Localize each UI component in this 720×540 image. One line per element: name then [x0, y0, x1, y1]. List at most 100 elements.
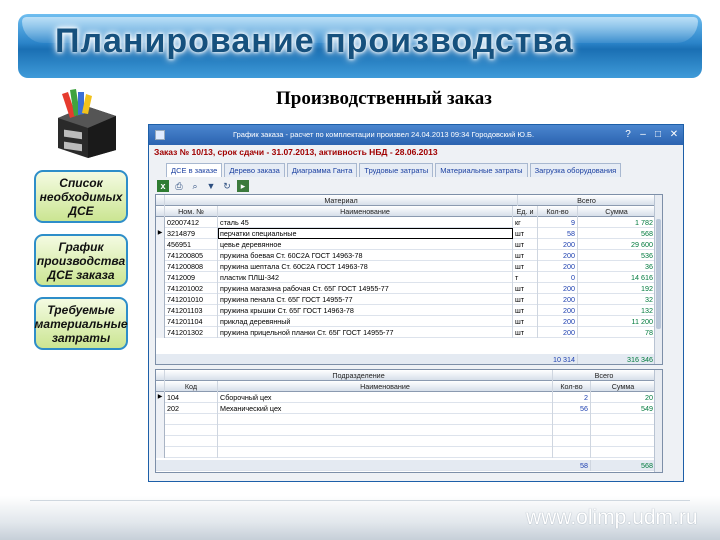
- item-sum[interactable]: 14 616: [578, 272, 656, 283]
- search-icon[interactable]: ⌕: [189, 180, 201, 192]
- item-name[interactable]: пружина крышки Ст. 65Г ГОСТ 14963-78: [218, 305, 513, 316]
- row-indicator[interactable]: [156, 436, 165, 447]
- table-row[interactable]: [156, 414, 656, 425]
- dept-name[interactable]: Сборочный цех: [218, 392, 553, 403]
- dept-qty[interactable]: 2: [553, 392, 591, 403]
- row-indicator[interactable]: [156, 316, 165, 327]
- maximize-icon[interactable]: □: [651, 127, 665, 142]
- item-name[interactable]: пружина прицельной планки Ст. 65Г ГОСТ 1…: [218, 327, 513, 338]
- item-unit[interactable]: шт: [513, 239, 538, 250]
- table-row[interactable]: 456951 цевье деревянное шт 200 29 600: [156, 239, 656, 250]
- table-row[interactable]: 7412009 пластик ПЛШ-342 т 0 14 616: [156, 272, 656, 283]
- item-no[interactable]: 741201302: [165, 327, 218, 338]
- item-qty[interactable]: 200: [538, 261, 578, 272]
- minimize-icon[interactable]: –: [636, 127, 650, 142]
- item-unit[interactable]: кг: [513, 217, 538, 228]
- item-unit[interactable]: шт: [513, 327, 538, 338]
- item-qty[interactable]: 9: [538, 217, 578, 228]
- row-indicator[interactable]: [156, 294, 165, 305]
- dept-code[interactable]: 202: [165, 403, 218, 414]
- item-sum[interactable]: 1 782: [578, 217, 656, 228]
- item-qty[interactable]: 200: [538, 327, 578, 338]
- current-row-indicator[interactable]: ▶: [156, 228, 165, 239]
- row-indicator[interactable]: [156, 250, 165, 261]
- dept-qty[interactable]: 56: [553, 403, 591, 414]
- row-indicator[interactable]: [156, 239, 165, 250]
- row-indicator[interactable]: [156, 283, 165, 294]
- table-row[interactable]: 741200805 пружина боевая Ст. 60С2А ГОСТ 1…: [156, 250, 656, 261]
- item-sum[interactable]: 29 600: [578, 239, 656, 250]
- row-indicator[interactable]: [156, 403, 165, 414]
- item-sum[interactable]: 11 200: [578, 316, 656, 327]
- item-sum[interactable]: 568: [578, 228, 656, 239]
- refresh-icon[interactable]: ↻: [221, 180, 233, 192]
- dept-sum[interactable]: 20: [591, 392, 656, 403]
- table-row[interactable]: ▶ 104 Сборочный цех 2 20: [156, 392, 656, 403]
- table-row[interactable]: 741200808 пружина шептала Ст. 60С2А ГОСТ …: [156, 261, 656, 272]
- col-dept-name[interactable]: Наименование: [218, 381, 553, 392]
- required-dse-list-button[interactable]: Список необходимых ДСЕ: [34, 170, 128, 223]
- col-dept-sum[interactable]: Сумма: [591, 381, 656, 392]
- tab-material-costs[interactable]: Материальные затраты: [435, 163, 528, 177]
- table-row[interactable]: 741201103 пружина крышки Ст. 65Г ГОСТ 149…: [156, 305, 656, 316]
- row-indicator[interactable]: [156, 425, 165, 436]
- table-row[interactable]: [156, 447, 656, 458]
- row-indicator[interactable]: [156, 261, 165, 272]
- dept-name[interactable]: Механический цех: [218, 403, 553, 414]
- item-unit[interactable]: шт: [513, 316, 538, 327]
- item-no[interactable]: 3214879: [165, 228, 218, 239]
- filter-icon[interactable]: ▼: [205, 180, 217, 192]
- item-unit[interactable]: т: [513, 272, 538, 283]
- row-indicator[interactable]: [156, 327, 165, 338]
- item-qty[interactable]: 200: [538, 305, 578, 316]
- item-no[interactable]: 741200808: [165, 261, 218, 272]
- row-indicator[interactable]: [156, 217, 165, 228]
- col-qty[interactable]: Кол-во: [538, 206, 578, 217]
- dept-name[interactable]: [218, 414, 553, 425]
- item-name[interactable]: сталь 45: [218, 217, 513, 228]
- item-sum[interactable]: 192: [578, 283, 656, 294]
- exit-icon[interactable]: ▸: [237, 180, 249, 192]
- table-row[interactable]: 741201010 пружина пенала Ст. 65Г ГОСТ 149…: [156, 294, 656, 305]
- row-indicator[interactable]: [156, 305, 165, 316]
- excel-icon[interactable]: x: [157, 180, 169, 192]
- dse-production-schedule-button[interactable]: График производства ДСЕ заказа: [34, 234, 128, 287]
- dept-code[interactable]: [165, 425, 218, 436]
- item-name[interactable]: пружина магазина рабочая Ст. 65Г ГОСТ 14…: [218, 283, 513, 294]
- item-no[interactable]: 741201010: [165, 294, 218, 305]
- item-no[interactable]: 741201002: [165, 283, 218, 294]
- item-qty[interactable]: 200: [538, 294, 578, 305]
- item-unit[interactable]: шт: [513, 261, 538, 272]
- col-dept-qty[interactable]: Кол-во: [553, 381, 591, 392]
- item-qty[interactable]: 200: [538, 316, 578, 327]
- item-unit[interactable]: шт: [513, 228, 538, 239]
- item-sum[interactable]: 536: [578, 250, 656, 261]
- dept-sum[interactable]: 549: [591, 403, 656, 414]
- row-indicator[interactable]: [156, 272, 165, 283]
- dept-sum[interactable]: [591, 425, 656, 436]
- table-row[interactable]: 202 Механический цех 56 549: [156, 403, 656, 414]
- dept-name[interactable]: [218, 436, 553, 447]
- item-name[interactable]: пластик ПЛШ-342: [218, 272, 513, 283]
- item-name[interactable]: приклад деревянный: [218, 316, 513, 327]
- item-no[interactable]: 741200805: [165, 250, 218, 261]
- item-name[interactable]: цевье деревянное: [218, 239, 513, 250]
- close-icon[interactable]: ✕: [667, 127, 681, 142]
- item-qty[interactable]: 58: [538, 228, 578, 239]
- item-name[interactable]: пружина боевая Ст. 60С2А ГОСТ 14963-78: [218, 250, 513, 261]
- item-no[interactable]: 02007412: [165, 217, 218, 228]
- item-sum[interactable]: 78: [578, 327, 656, 338]
- item-qty[interactable]: 200: [538, 239, 578, 250]
- table-row[interactable]: [156, 425, 656, 436]
- item-sum[interactable]: 32: [578, 294, 656, 305]
- item-name[interactable]: пружина пенала Ст. 65Г ГОСТ 14955-77: [218, 294, 513, 305]
- departments-scrollbar[interactable]: [654, 370, 662, 472]
- item-name[interactable]: перчатки специальные: [218, 228, 513, 239]
- col-name[interactable]: Наименование: [218, 206, 513, 217]
- item-no[interactable]: 741201104: [165, 316, 218, 327]
- item-sum[interactable]: 36: [578, 261, 656, 272]
- materials-scrollbar[interactable]: [654, 195, 662, 364]
- print-icon[interactable]: ⎙: [173, 180, 185, 192]
- item-no[interactable]: 456951: [165, 239, 218, 250]
- table-row[interactable]: ▶ 3214879 перчатки специальные шт 58 568: [156, 228, 656, 239]
